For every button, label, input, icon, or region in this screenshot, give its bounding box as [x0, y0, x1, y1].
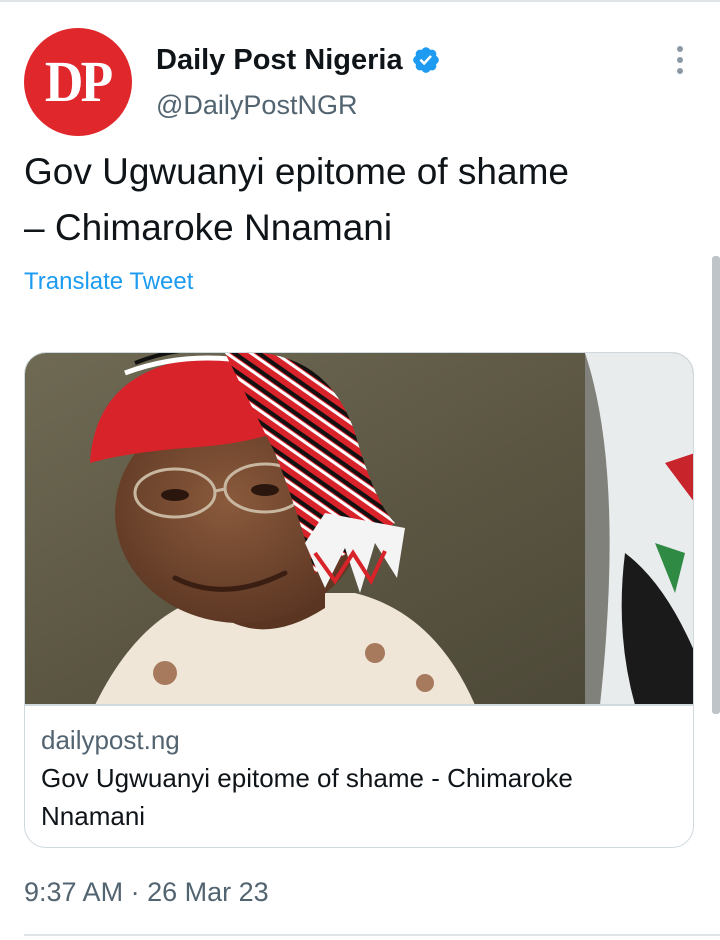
- more-options-icon-dot: [677, 57, 683, 63]
- scrollbar[interactable]: [712, 256, 720, 714]
- author-display-name[interactable]: Daily Post Nigeria: [156, 42, 403, 78]
- card-domain: dailypost.ng: [41, 725, 180, 755]
- card-image: [25, 353, 693, 705]
- author-name-row[interactable]: Daily Post Nigeria: [156, 42, 441, 78]
- tweet-detail-page: DP Daily Post Nigeria @DailyPostNGR Gov …: [0, 0, 720, 940]
- more-options-button[interactable]: [664, 44, 696, 76]
- avatar[interactable]: DP: [24, 28, 132, 136]
- tweet-time: 9:37 AM: [24, 877, 124, 907]
- card-divider: [25, 704, 693, 706]
- bottom-divider: [24, 934, 720, 936]
- tweet-text: Gov Ugwuanyi epitome of shame – Chimarok…: [24, 151, 569, 248]
- more-options-icon-dot: [677, 68, 683, 74]
- top-divider: [0, 0, 720, 2]
- link-preview-card[interactable]: dailypost.ng Gov Ugwuanyi epitome of sha…: [24, 352, 694, 848]
- avatar-logo-text: DP: [45, 49, 113, 114]
- timestamp-separator: ·: [130, 877, 140, 907]
- tweet-date: 26 Mar 23: [147, 877, 269, 907]
- more-options-icon-dot: [677, 46, 683, 52]
- card-title: Gov Ugwuanyi epitome of shame - Chimarok…: [41, 763, 573, 831]
- translate-tweet-link[interactable]: Translate Tweet: [24, 266, 193, 298]
- tweet-timestamp[interactable]: 9:37 AM · 26 Mar 23: [24, 874, 269, 910]
- author-handle[interactable]: @DailyPostNGR: [156, 88, 357, 122]
- verified-badge-icon: [412, 47, 439, 73]
